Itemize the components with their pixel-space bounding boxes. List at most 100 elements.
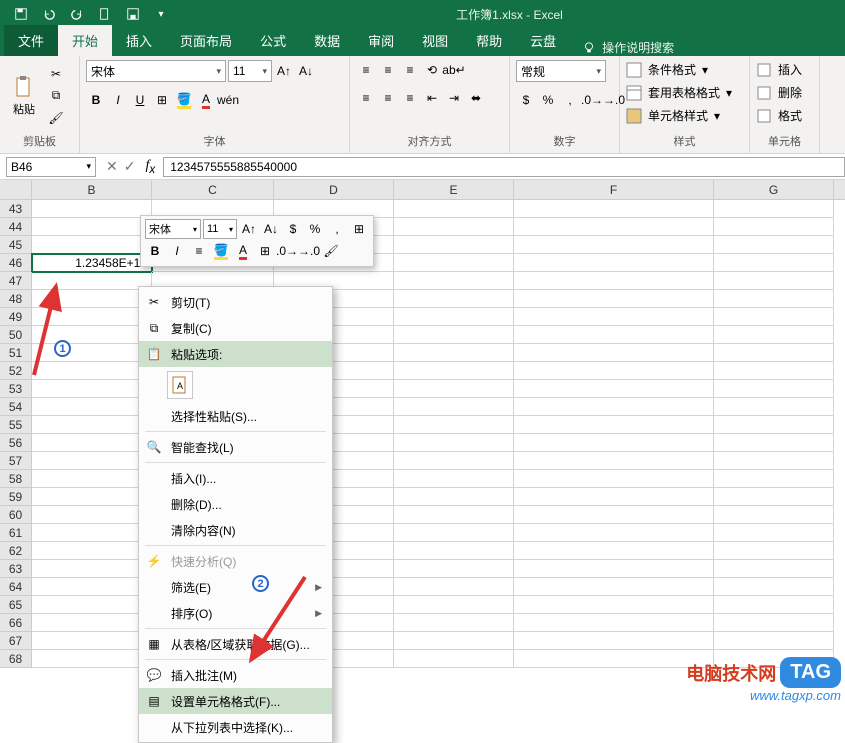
cell[interactable] xyxy=(514,470,714,488)
cut-icon[interactable]: ✂ xyxy=(46,64,66,84)
number-format-select[interactable]: 常规▾ xyxy=(516,60,606,82)
cell[interactable] xyxy=(394,200,514,218)
mini-currency-icon[interactable]: $ xyxy=(283,219,303,239)
font-family-select[interactable]: 宋体▾ xyxy=(86,60,226,82)
menu-sort[interactable]: 排序(O)▶ xyxy=(139,600,332,626)
cell[interactable] xyxy=(514,344,714,362)
cell[interactable] xyxy=(514,632,714,650)
enter-icon[interactable]: ✓ xyxy=(124,158,136,175)
cell[interactable] xyxy=(394,470,514,488)
mini-bold-button[interactable]: B xyxy=(145,241,165,261)
cell[interactable] xyxy=(514,524,714,542)
cell[interactable] xyxy=(714,614,834,632)
cell[interactable] xyxy=(32,218,152,236)
mini-increase-font-icon[interactable]: A↑ xyxy=(239,219,259,239)
cell[interactable] xyxy=(514,506,714,524)
mini-font-family[interactable]: 宋体▾ xyxy=(145,219,201,239)
mini-font-size[interactable]: 11▾ xyxy=(203,219,237,239)
formula-input[interactable]: 1234575555885540000 xyxy=(163,157,845,177)
row-header[interactable]: 45 xyxy=(0,236,32,254)
cell[interactable] xyxy=(714,596,834,614)
menu-delete[interactable]: 删除(D)... xyxy=(139,491,332,517)
mini-decimal-inc-icon[interactable]: .0→ xyxy=(277,241,297,261)
cell[interactable] xyxy=(394,506,514,524)
fx-icon[interactable]: fx xyxy=(145,158,155,176)
cell[interactable] xyxy=(514,290,714,308)
cell[interactable] xyxy=(714,470,834,488)
tab-formulas[interactable]: 公式 xyxy=(246,25,300,56)
row-header[interactable]: 63 xyxy=(0,560,32,578)
menu-insert[interactable]: 插入(I)... xyxy=(139,465,332,491)
cell[interactable] xyxy=(514,452,714,470)
cell[interactable] xyxy=(514,560,714,578)
menu-insert-comment[interactable]: 💬插入批注(M) xyxy=(139,662,332,688)
name-box[interactable]: B46▾ xyxy=(6,157,96,177)
cell[interactable] xyxy=(714,362,834,380)
cell[interactable] xyxy=(32,560,152,578)
cell[interactable] xyxy=(394,326,514,344)
menu-get-data-table[interactable]: ▦从表格/区域获取数据(G)... xyxy=(139,631,332,657)
cell[interactable] xyxy=(714,506,834,524)
align-middle-icon[interactable]: ≡ xyxy=(378,60,398,80)
tell-me-search[interactable]: 操作说明搜索 xyxy=(582,39,674,56)
cell[interactable] xyxy=(714,326,834,344)
cell[interactable] xyxy=(714,452,834,470)
cell[interactable] xyxy=(714,398,834,416)
cell[interactable] xyxy=(394,560,514,578)
row-header[interactable]: 60 xyxy=(0,506,32,524)
save-icon-2[interactable] xyxy=(120,2,146,26)
row-header[interactable]: 68 xyxy=(0,650,32,668)
tab-home[interactable]: 开始 xyxy=(58,25,112,56)
italic-button[interactable]: I xyxy=(108,90,128,110)
cell[interactable] xyxy=(514,578,714,596)
row-header[interactable]: 66 xyxy=(0,614,32,632)
row-header[interactable]: 47 xyxy=(0,272,32,290)
orientation-icon[interactable]: ⟲ xyxy=(422,60,442,80)
tab-view[interactable]: 视图 xyxy=(408,25,462,56)
mini-format-painter-icon[interactable]: 🖌 xyxy=(321,241,341,261)
menu-paste-special[interactable]: 选择性粘贴(S)... xyxy=(139,403,332,429)
increase-indent-icon[interactable]: ⇥ xyxy=(444,88,464,108)
row-header[interactable]: 55 xyxy=(0,416,32,434)
cancel-icon[interactable]: ✕ xyxy=(106,158,118,175)
align-right-icon[interactable]: ≡ xyxy=(400,88,420,108)
decrease-indent-icon[interactable]: ⇤ xyxy=(422,88,442,108)
fill-color-icon[interactable]: 🪣 xyxy=(174,90,194,110)
cell[interactable] xyxy=(714,578,834,596)
cell[interactable] xyxy=(394,380,514,398)
row-header[interactable]: 67 xyxy=(0,632,32,650)
cell[interactable] xyxy=(714,308,834,326)
row-header[interactable]: 56 xyxy=(0,434,32,452)
cell[interactable] xyxy=(32,236,152,254)
row-header[interactable]: 49 xyxy=(0,308,32,326)
cell[interactable] xyxy=(514,254,714,272)
row-header[interactable]: 44 xyxy=(0,218,32,236)
row-header[interactable]: 51 xyxy=(0,344,32,362)
row-header[interactable]: 48 xyxy=(0,290,32,308)
increase-font-icon[interactable]: A↑ xyxy=(274,61,294,81)
cell[interactable] xyxy=(714,200,834,218)
cell[interactable] xyxy=(714,254,834,272)
cell[interactable] xyxy=(32,578,152,596)
borders-icon[interactable]: ⊞ xyxy=(152,90,172,110)
cell[interactable] xyxy=(32,650,152,668)
tab-help[interactable]: 帮助 xyxy=(462,25,516,56)
cell[interactable] xyxy=(394,650,514,668)
menu-smart-lookup[interactable]: 🔍智能查找(L) xyxy=(139,434,332,460)
cell[interactable] xyxy=(514,614,714,632)
wrap-text-icon[interactable]: ab↵ xyxy=(444,60,464,80)
cell[interactable] xyxy=(514,398,714,416)
font-size-select[interactable]: 11▾ xyxy=(228,60,272,82)
cell[interactable] xyxy=(394,578,514,596)
cell[interactable] xyxy=(514,308,714,326)
cell[interactable] xyxy=(394,272,514,290)
row-header[interactable]: 50 xyxy=(0,326,32,344)
insert-cells-button[interactable]: 插入 xyxy=(756,60,802,79)
cell[interactable] xyxy=(514,236,714,254)
align-top-icon[interactable]: ≡ xyxy=(356,60,376,80)
cell[interactable] xyxy=(32,452,152,470)
currency-icon[interactable]: $ xyxy=(516,90,536,110)
cell[interactable] xyxy=(32,272,152,290)
mini-font-color-icon[interactable]: A xyxy=(233,241,253,261)
cell[interactable] xyxy=(714,290,834,308)
